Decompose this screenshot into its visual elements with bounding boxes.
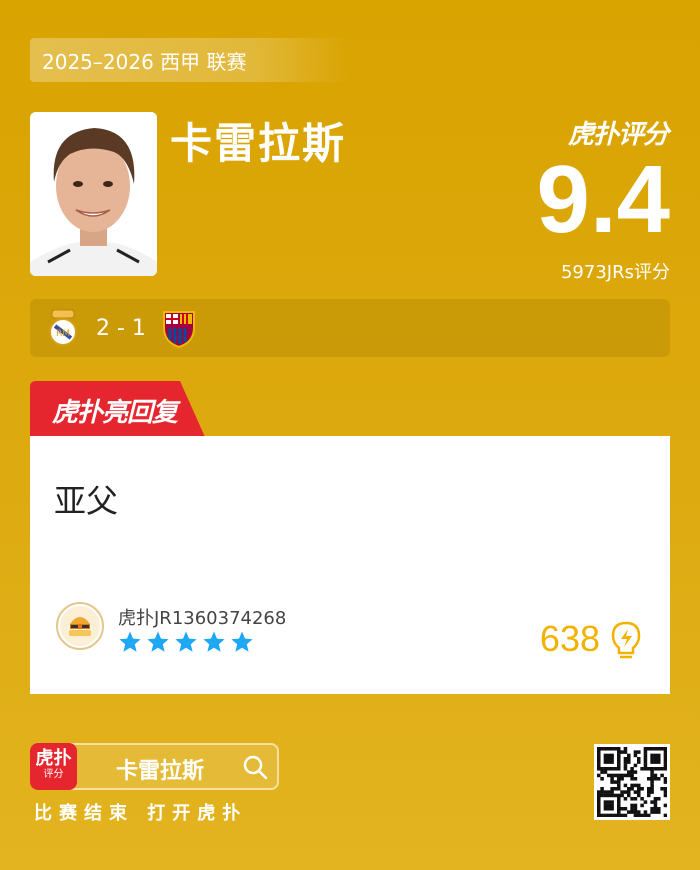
- open-app-cta: 比赛结束 打开虎扑: [34, 803, 248, 824]
- star-icon: [231, 631, 253, 652]
- star-icon: [203, 631, 225, 652]
- app-icon-title: 虎扑: [35, 748, 72, 769]
- match-score: 2 - 1: [96, 315, 146, 341]
- match-result-bar: RM 2 - 1: [30, 299, 670, 357]
- search-icon[interactable]: [242, 754, 268, 780]
- search-query: 卡雷拉斯: [116, 759, 205, 784]
- hupu-app-icon[interactable]: 虎扑 评分: [30, 743, 77, 790]
- reply-card: 亚父 虎扑JR1360374268 638: [30, 436, 670, 694]
- qr-code: [594, 744, 670, 820]
- rating-score: 9.4: [536, 146, 670, 253]
- svg-text:RM: RM: [56, 329, 70, 339]
- league-label: 2025–2026 西甲 联赛: [42, 49, 247, 74]
- player-photo: [30, 112, 157, 276]
- reply-tab-label: 虎扑亮回复: [52, 398, 178, 428]
- league-tag: 2025–2026 西甲 联赛: [30, 38, 350, 82]
- star-icon: [119, 631, 141, 652]
- app-icon-subtitle: 评分: [43, 768, 64, 780]
- rating-stars: [118, 630, 254, 654]
- avatar: [56, 602, 104, 650]
- star-icon: [175, 631, 197, 652]
- real-madrid-crest-icon: RM: [49, 309, 77, 346]
- rating-votes: 5973JRs评分: [560, 262, 670, 283]
- reply-username: 虎扑JR1360374268: [118, 608, 287, 629]
- player-name: 卡雷拉斯: [170, 119, 347, 168]
- reply-comment: 亚父: [54, 482, 119, 520]
- lightbulb-icon[interactable]: [608, 620, 644, 660]
- star-icon: [147, 631, 169, 652]
- likes-count: 638: [539, 618, 600, 659]
- barcelona-crest-icon: [162, 311, 195, 348]
